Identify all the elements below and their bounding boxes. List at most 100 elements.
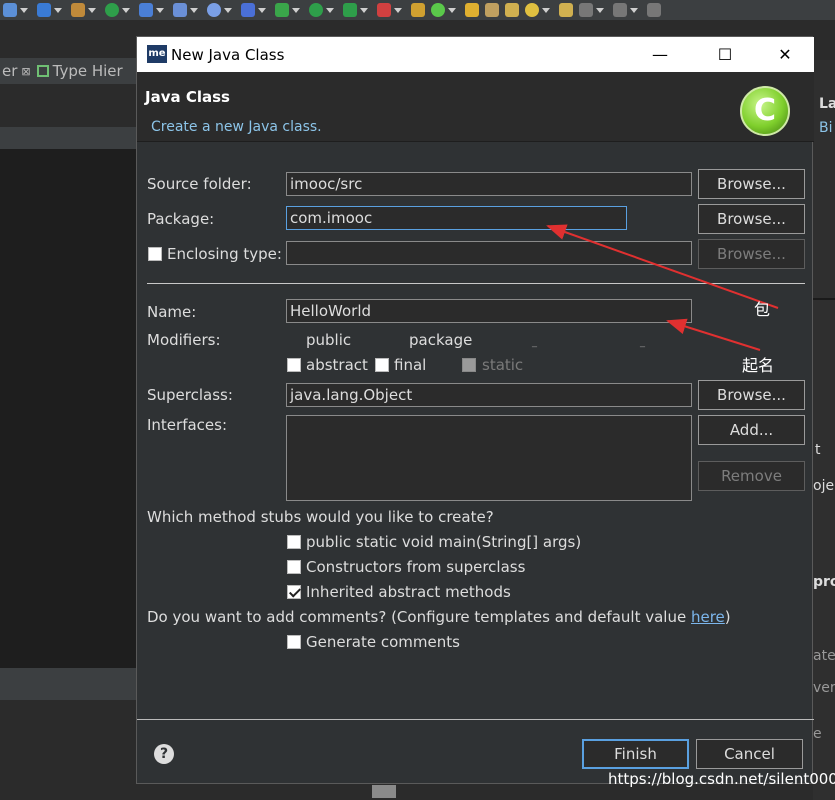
next-annotation-icon[interactable] — [579, 3, 593, 17]
constructors-checkbox[interactable] — [287, 560, 301, 574]
run-icon[interactable] — [105, 3, 119, 17]
class-name-input[interactable]: HelloWorld — [286, 299, 692, 323]
camera-icon[interactable] — [241, 3, 255, 17]
dropdown-arrow-icon[interactable] — [258, 7, 266, 13]
package-browse-button[interactable]: Browse... — [698, 204, 805, 234]
enclosing-type-browse-button[interactable]: Browse... — [698, 239, 805, 269]
name-label: Name: — [147, 303, 197, 321]
finish-button[interactable]: Finish — [582, 739, 689, 769]
dropdown-arrow-icon[interactable] — [88, 7, 96, 13]
superclass-input[interactable]: java.lang.Object — [286, 383, 692, 407]
forward-icon[interactable] — [647, 3, 661, 17]
flask-icon[interactable] — [173, 3, 187, 17]
cancel-button[interactable]: Cancel — [696, 739, 803, 769]
close-icon[interactable]: ⊠ — [21, 65, 30, 78]
dropdown-arrow-icon[interactable] — [596, 7, 604, 13]
dropdown-arrow-icon[interactable] — [190, 7, 198, 13]
modifier-static-checkbox[interactable] — [462, 358, 476, 372]
dropdown-arrow-icon[interactable] — [54, 7, 62, 13]
left-view-header — [0, 127, 136, 149]
package-input[interactable]: com.imooc — [286, 206, 627, 230]
source-folder-label: Source folder: — [147, 175, 252, 193]
dialog-header: Java Class Create a new Java class. C — [137, 72, 814, 142]
right-fragment: e — [813, 726, 822, 742]
new-java-class-dialog: me New Java Class — ☐ ✕ Java Class Creat… — [136, 36, 814, 784]
dropdown-arrow-icon[interactable] — [630, 7, 638, 13]
coverage-icon[interactable] — [343, 3, 357, 17]
templates-link[interactable]: here — [691, 608, 725, 626]
modifier-private-radio[interactable]: _ — [532, 337, 537, 348]
page-title: Java Class — [145, 88, 230, 106]
dropdown-arrow-icon[interactable] — [448, 7, 456, 13]
modifier-protected-radio[interactable]: _ — [640, 337, 645, 348]
dropdown-arrow-icon[interactable] — [326, 7, 334, 13]
right-fragment: t — [815, 442, 821, 458]
external-tools-icon[interactable] — [377, 3, 391, 17]
tab-package-explorer[interactable]: er — [0, 62, 17, 80]
type-hierarchy-icon — [36, 65, 49, 77]
right-view-divider — [813, 298, 835, 300]
interfaces-list[interactable] — [286, 415, 692, 501]
open-resource-icon[interactable] — [505, 3, 519, 17]
comments-question: Do you want to add comments? (Configure … — [147, 608, 731, 626]
open-folder-icon[interactable] — [465, 3, 479, 17]
source-folder-input[interactable]: imooc/src — [286, 172, 692, 196]
bug-icon[interactable] — [275, 3, 289, 17]
right-fragment: Bi — [819, 120, 833, 136]
dropdown-arrow-icon[interactable] — [542, 7, 550, 13]
dropdown-arrow-icon[interactable] — [224, 7, 232, 13]
globe-icon[interactable] — [207, 3, 221, 17]
modifier-final-checkbox[interactable] — [375, 358, 389, 372]
inherited-methods-checkbox[interactable] — [287, 585, 301, 599]
dropdown-arrow-icon[interactable] — [20, 7, 28, 13]
search-icon[interactable] — [525, 3, 539, 17]
tab-type-hierarchy[interactable]: Type Hier — [53, 62, 123, 80]
minimize-button[interactable]: — — [645, 43, 675, 67]
dropdown-arrow-icon[interactable] — [394, 7, 402, 13]
dropdown-arrow-icon[interactable] — [292, 7, 300, 13]
enclosing-type-checkbox[interactable] — [148, 247, 162, 261]
left-view-footer — [0, 668, 136, 700]
right-fragment: ate — [813, 648, 835, 664]
right-fragment: pro — [813, 574, 835, 590]
toolbar-icon[interactable] — [37, 3, 51, 17]
main-method-checkbox[interactable] — [287, 535, 301, 549]
back-icon[interactable] — [613, 3, 627, 17]
dropdown-arrow-icon[interactable] — [156, 7, 164, 13]
dropdown-arrow-icon[interactable] — [360, 7, 368, 13]
left-view-body — [0, 149, 136, 668]
palette-icon[interactable] — [71, 3, 85, 17]
right-view: La Bi t oje pro ate vers e — [813, 60, 835, 800]
window-title: New Java Class — [171, 46, 285, 64]
add-interface-button[interactable]: Add... — [698, 415, 805, 445]
ide-view-tabs: er ⊠ Type Hier — [0, 58, 140, 84]
source-folder-browse-button[interactable]: Browse... — [698, 169, 805, 199]
maximize-button[interactable]: ☐ — [710, 43, 740, 67]
java-class-logo-icon: C — [740, 86, 790, 136]
modifier-static-label: static — [482, 356, 524, 374]
scrollbar-thumb[interactable] — [372, 785, 396, 798]
dropdown-arrow-icon[interactable] — [122, 7, 130, 13]
toolbar-icon[interactable] — [139, 3, 153, 17]
footer-divider — [137, 719, 814, 720]
superclass-browse-button[interactable]: Browse... — [698, 380, 805, 410]
interfaces-label: Interfaces: — [147, 416, 228, 434]
enclosing-type-input[interactable] — [286, 241, 692, 265]
modifier-abstract-checkbox[interactable] — [287, 358, 301, 372]
method-stubs-question: Which method stubs would you like to cre… — [147, 508, 494, 526]
close-button[interactable]: ✕ — [770, 43, 800, 67]
open-type-icon[interactable] — [485, 3, 499, 17]
toolbar-icon[interactable] — [3, 3, 17, 17]
remove-interface-button[interactable]: Remove — [698, 461, 805, 491]
dialog-titlebar[interactable]: me New Java Class — ☐ ✕ — [137, 37, 814, 72]
modifier-package-radio[interactable]: package — [409, 331, 472, 349]
new-class-icon[interactable] — [431, 3, 445, 17]
annotation-icon[interactable] — [559, 3, 573, 17]
new-package-icon[interactable] — [411, 3, 425, 17]
right-fragment: La — [819, 96, 835, 112]
modifier-public-radio[interactable]: public — [306, 331, 351, 349]
generate-comments-checkbox[interactable] — [287, 635, 301, 649]
ide-toolbar — [0, 0, 835, 20]
play-icon[interactable] — [309, 3, 323, 17]
help-icon[interactable]: ? — [154, 744, 174, 764]
